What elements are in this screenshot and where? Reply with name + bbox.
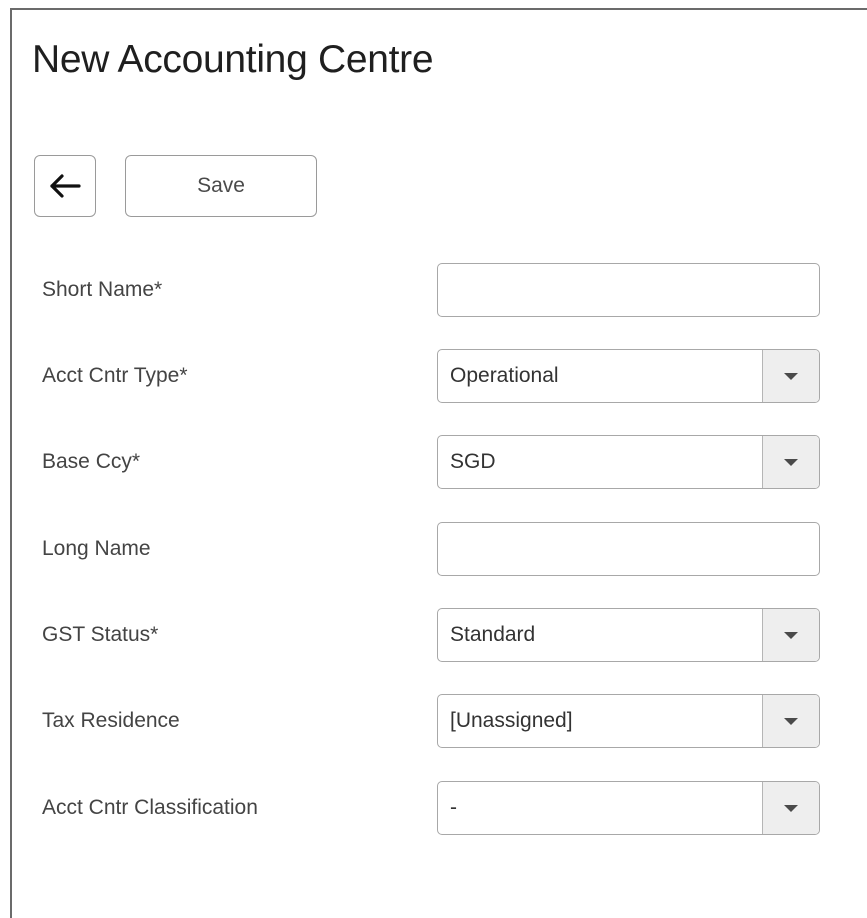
- form-row-long-name: Long Name: [0, 522, 867, 576]
- acct-cntr-type-label: Acct Cntr Type*: [42, 364, 188, 387]
- base-ccy-select[interactable]: SGD: [437, 435, 820, 489]
- short-name-label: Short Name*: [42, 278, 163, 301]
- back-button[interactable]: [34, 155, 96, 217]
- gst-status-value: Standard: [450, 623, 536, 646]
- form-row-base-ccy: Base Ccy* SGD: [0, 435, 867, 489]
- acct-cntr-classification-value: -: [450, 796, 457, 819]
- chevron-down-icon: [784, 717, 798, 725]
- tax-residence-select[interactable]: [Unassigned]: [437, 694, 820, 748]
- form-row-tax-residence: Tax Residence [Unassigned]: [0, 694, 867, 748]
- acct-cntr-type-dropdown-button[interactable]: [762, 350, 819, 402]
- gst-status-select[interactable]: Standard: [437, 608, 820, 662]
- form-row-gst-status: GST Status* Standard: [0, 608, 867, 662]
- acct-cntr-classification-select[interactable]: -: [437, 781, 820, 835]
- chevron-down-icon: [784, 631, 798, 639]
- tax-residence-dropdown-button[interactable]: [762, 695, 819, 747]
- page-title: New Accounting Centre: [32, 38, 434, 81]
- chevron-down-icon: [784, 372, 798, 380]
- tax-residence-label: Tax Residence: [42, 709, 180, 732]
- form-row-acct-cntr-type: Acct Cntr Type* Operational: [0, 349, 867, 403]
- base-ccy-value: SGD: [450, 450, 496, 473]
- acct-cntr-classification-label: Acct Cntr Classification: [42, 796, 258, 819]
- acct-cntr-type-value: Operational: [450, 364, 559, 387]
- save-button[interactable]: Save: [125, 155, 317, 217]
- base-ccy-dropdown-button[interactable]: [762, 436, 819, 488]
- long-name-input[interactable]: [437, 522, 820, 576]
- gst-status-dropdown-button[interactable]: [762, 609, 819, 661]
- form-row-acct-cntr-classification: Acct Cntr Classification -: [0, 781, 867, 835]
- gst-status-label: GST Status*: [42, 623, 159, 646]
- acct-cntr-classification-dropdown-button[interactable]: [762, 782, 819, 834]
- form-row-short-name: Short Name*: [0, 263, 867, 317]
- acct-cntr-type-select[interactable]: Operational: [437, 349, 820, 403]
- short-name-input[interactable]: [437, 263, 820, 317]
- chevron-down-icon: [784, 458, 798, 466]
- arrow-left-icon: [50, 174, 81, 198]
- long-name-label: Long Name: [42, 537, 151, 560]
- chevron-down-icon: [784, 804, 798, 812]
- base-ccy-label: Base Ccy*: [42, 450, 141, 473]
- tax-residence-value: [Unassigned]: [450, 709, 573, 732]
